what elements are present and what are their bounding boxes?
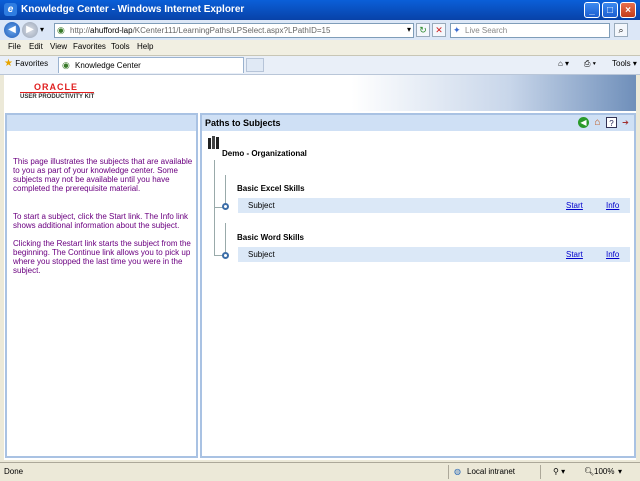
start-link[interactable]: Start bbox=[566, 201, 583, 210]
home-icon[interactable]: ⌂ bbox=[592, 117, 603, 128]
new-tab-button[interactable] bbox=[246, 58, 264, 72]
back-icon[interactable]: ◀ bbox=[4, 22, 20, 38]
zoom-icon[interactable]: 🔍︎ bbox=[584, 467, 594, 476]
menu-edit[interactable]: Edit bbox=[29, 42, 43, 51]
forward-icon[interactable]: ▶ bbox=[22, 22, 38, 38]
help-paragraph-3: Clicking the Restart link starts the sub… bbox=[13, 239, 191, 275]
tab-page-icon: ◉ bbox=[62, 60, 70, 70]
help-paragraph-1: This page illustrates the subjects that … bbox=[13, 157, 193, 193]
help-paragraph-2: To start a subject, click the Start link… bbox=[13, 212, 189, 230]
tree-line bbox=[214, 207, 215, 255]
status-divider bbox=[448, 465, 449, 479]
help-icon[interactable]: ? bbox=[606, 117, 617, 128]
address-toolbar: ◀ ▶ ▾ ◉ http://ahufford-lap/KCenter111/L… bbox=[0, 20, 640, 40]
tree-line bbox=[225, 175, 226, 204]
address-url: http://ahufford-lap/KCenter111/LearningP… bbox=[70, 26, 331, 35]
favorites-bar: ★ Favorites ◉ Knowledge Center ⌂ ▾ ⎙ ▾ T… bbox=[0, 56, 640, 75]
menu-tools[interactable]: Tools bbox=[111, 42, 130, 51]
history-dropdown-icon[interactable]: ▾ bbox=[40, 25, 44, 34]
tools-button[interactable]: Tools ▾ bbox=[612, 59, 637, 68]
subject-row: Subject Start Info bbox=[238, 247, 630, 262]
address-dropdown-icon[interactable]: ▾ bbox=[407, 25, 411, 34]
status-divider bbox=[540, 465, 541, 479]
tree-line bbox=[225, 223, 226, 252]
subject-name: Subject bbox=[248, 250, 275, 259]
zone-text: Local intranet bbox=[467, 467, 516, 476]
window-title-bar[interactable]: e Knowledge Center - Windows Internet Ex… bbox=[0, 0, 640, 20]
progress-node-icon bbox=[222, 252, 229, 259]
search-placeholder: Live Search bbox=[465, 26, 508, 35]
tab-knowledge-center[interactable]: ◉ Knowledge Center bbox=[58, 57, 244, 73]
upk-subtitle: USER PRODUCTIVITY KIT bbox=[20, 94, 95, 100]
paths-pane-header: Paths to Subjects ◀ ⌂ ? ➔ bbox=[202, 115, 634, 131]
group-basic-excel-skills: Basic Excel Skills bbox=[237, 184, 305, 193]
protected-mode-icon[interactable]: ⚲ ▾ bbox=[553, 467, 565, 476]
back-arrow-icon[interactable]: ◀ bbox=[578, 117, 589, 128]
menu-view[interactable]: View bbox=[50, 42, 67, 51]
intranet-icon: ◍ bbox=[454, 467, 461, 476]
start-link[interactable]: Start bbox=[566, 250, 583, 259]
info-link[interactable]: Info bbox=[606, 201, 619, 210]
minimize-button[interactable]: _ bbox=[584, 2, 600, 18]
books-icon bbox=[208, 136, 219, 149]
ie-icon: e bbox=[4, 3, 17, 16]
oracle-logo: ORACLE bbox=[34, 82, 78, 92]
search-go-icon[interactable]: ⌕ bbox=[614, 23, 628, 37]
menu-favorites[interactable]: Favorites bbox=[73, 42, 106, 51]
help-pane: This page illustrates the subjects that … bbox=[5, 113, 198, 458]
path-root-label: Demo - Organizational bbox=[222, 149, 307, 158]
address-bar[interactable]: ◉ http://ahufford-lap/KCenter111/Learnin… bbox=[54, 23, 414, 38]
logo-rule bbox=[20, 92, 94, 93]
stop-icon[interactable]: ✕ bbox=[432, 23, 446, 37]
info-link[interactable]: Info bbox=[606, 250, 619, 259]
group-basic-word-skills: Basic Word Skills bbox=[237, 233, 304, 242]
exit-icon[interactable]: ➔ bbox=[620, 117, 631, 128]
close-button[interactable]: × bbox=[620, 2, 636, 18]
progress-node-icon bbox=[222, 203, 229, 210]
print-icon[interactable]: ⎙ ▾ bbox=[584, 59, 596, 69]
paths-pane-title: Paths to Subjects bbox=[205, 118, 281, 128]
favorites-star-icon: ★ bbox=[4, 58, 13, 69]
subject-row: Subject Start Info bbox=[238, 198, 630, 213]
help-pane-header bbox=[7, 115, 196, 131]
search-input[interactable]: ✦ Live Search bbox=[450, 23, 610, 38]
upk-banner: ORACLE USER PRODUCTIVITY KIT bbox=[4, 75, 636, 111]
status-text: Done bbox=[4, 467, 24, 476]
menu-help[interactable]: Help bbox=[137, 42, 153, 51]
live-search-icon: ✦ bbox=[453, 25, 461, 35]
menu-bar: File Edit View Favorites Tools Help bbox=[0, 40, 640, 56]
window-title: Knowledge Center - Windows Internet Expl… bbox=[21, 4, 245, 15]
refresh-icon[interactable]: ↻ bbox=[416, 23, 430, 37]
menu-file[interactable]: File bbox=[8, 42, 21, 51]
favorites-button[interactable]: ★ Favorites bbox=[4, 58, 48, 69]
zoom-level[interactable]: 100% bbox=[594, 467, 614, 476]
status-bar: Done ◍ Local intranet ⚲ ▾ 🔍︎ 100% ▾ bbox=[0, 462, 640, 481]
tree-line bbox=[214, 160, 215, 207]
page-content: ORACLE USER PRODUCTIVITY KIT This page i… bbox=[4, 75, 636, 460]
page-icon: ◉ bbox=[57, 25, 65, 35]
subject-name: Subject bbox=[248, 201, 275, 210]
zoom-dropdown-icon[interactable]: ▾ bbox=[618, 467, 622, 476]
home-icon[interactable]: ⌂ ▾ bbox=[558, 59, 569, 68]
maximize-button[interactable]: □ bbox=[602, 2, 618, 18]
paths-pane: Paths to Subjects ◀ ⌂ ? ➔ Demo - Organiz… bbox=[200, 113, 636, 458]
